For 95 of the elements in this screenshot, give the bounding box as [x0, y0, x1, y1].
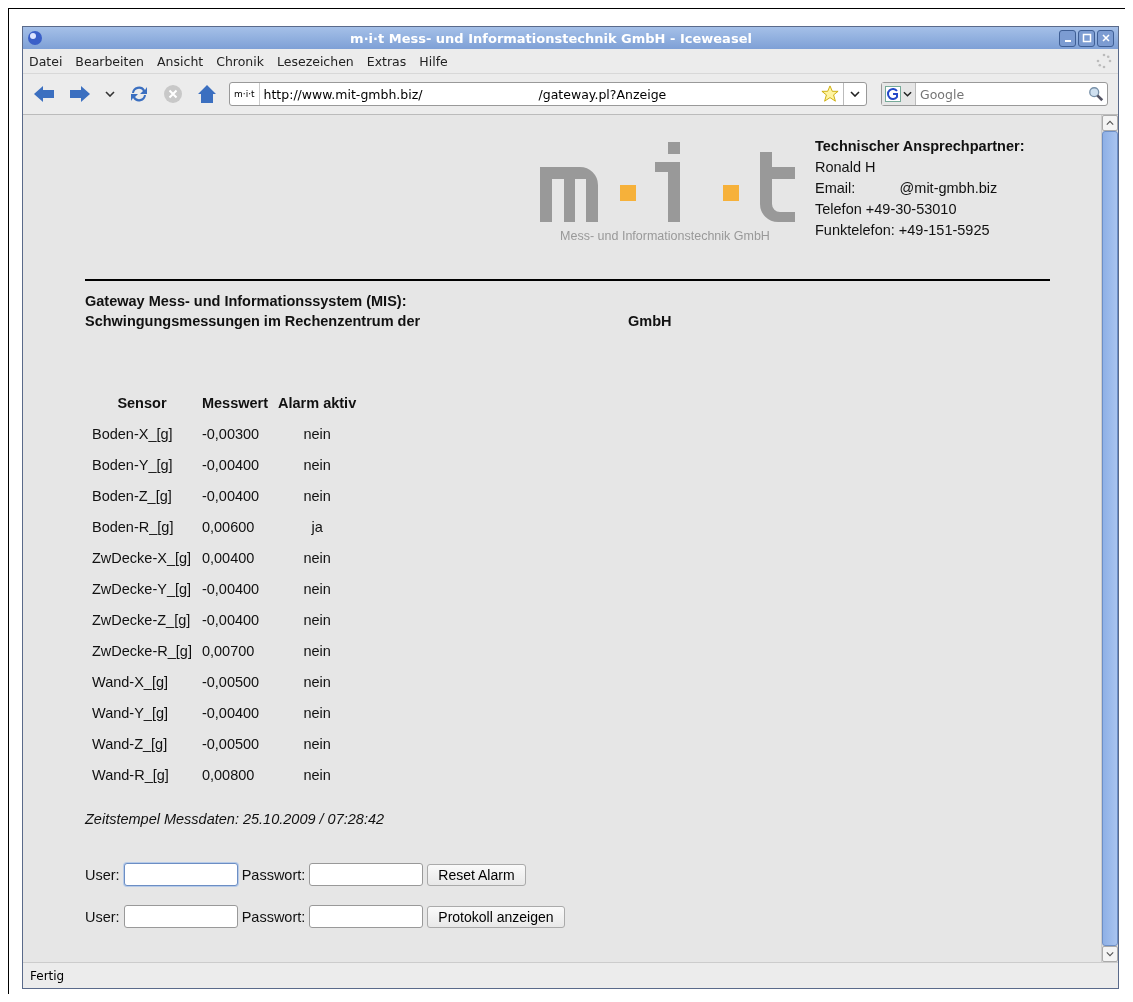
table-cell-text: Boden-R_[g] — [91, 517, 175, 537]
page-heading: GmbH — [628, 312, 672, 331]
menu-item[interactable]: Ansicht — [157, 53, 204, 69]
scroll-down-icon[interactable] — [1106, 951, 1114, 957]
menu-item[interactable]: Lesezeichen — [277, 53, 354, 69]
table-cell-text: Wand-X_[g] — [91, 672, 170, 692]
table-cell-text: Boden-Y_[g] — [91, 455, 174, 475]
password-field[interactable] — [309, 905, 424, 928]
table-cell-text: ja — [310, 517, 324, 537]
scroll-up-icon[interactable] — [1106, 120, 1114, 126]
menu-item[interactable]: Extras — [366, 53, 407, 69]
table-cell-text: Wand-Y_[g] — [91, 703, 170, 723]
timestamp: Zeitstempel Messdaten: 25.10.2009 / 07:28:42 — [85, 811, 386, 827]
table-cell-text: nein — [302, 672, 332, 692]
field-label: User: — [85, 866, 120, 883]
logo-subtitle: Mess- und Informationstechnik GmbH — [560, 229, 770, 243]
field-label: Passwort: — [241, 908, 306, 925]
back-icon[interactable] — [33, 85, 55, 103]
contact-line: Funktelefon: +49-151-5925 — [815, 221, 991, 240]
table-cell-text: Wand-R_[g] — [91, 765, 170, 785]
table-cell-text: -0,00300 — [200, 424, 261, 444]
table-cell-text: nein — [302, 455, 332, 475]
form-button[interactable]: Reset Alarm — [427, 863, 526, 886]
search-engine-dropdown[interactable] — [882, 83, 916, 105]
table-cell-text: ZwDecke-Y_[g] — [91, 579, 193, 599]
table-cell-text: 0,00400 — [200, 548, 256, 568]
home-icon[interactable] — [197, 84, 217, 104]
table-cell-text: nein — [302, 641, 332, 661]
user-field[interactable] — [123, 863, 238, 886]
table-cell-text: ZwDecke-R_[g] — [91, 641, 193, 661]
throbber-icon — [1096, 53, 1112, 69]
table-cell-text: 0,00600 — [200, 517, 256, 537]
close-icon — [1100, 33, 1111, 43]
contact-line: Email: @mit-gmbh.biz — [815, 179, 999, 198]
column-header: Alarm aktiv — [277, 393, 358, 413]
caret-icon — [903, 91, 912, 97]
contact-line: Telefon +49-30-53010 — [815, 200, 958, 219]
table-cell-text: nein — [302, 548, 332, 568]
contact-heading: Technischer Ansprechpartner: — [815, 137, 1026, 156]
table-cell-text: -0,00500 — [200, 734, 261, 754]
menu-item[interactable]: Hilfe — [419, 53, 448, 69]
address-bar[interactable]: m·i·t http://www.mit-gmbh.biz/ /gateway.pl?Anzeige — [229, 82, 867, 106]
table-cell-text: nein — [302, 610, 332, 630]
window-title: m·i·t Mess- und Informationstechnik GmbH - Iceweasel — [349, 30, 753, 46]
maximize-icon — [1081, 33, 1092, 43]
table-cell-text: 0,00800 — [200, 765, 256, 785]
password-field[interactable] — [309, 863, 424, 886]
table-cell-text: -0,00400 — [200, 486, 261, 506]
contact-line: Ronald H — [815, 158, 877, 177]
table-cell-text: nein — [302, 486, 332, 506]
menu-item[interactable]: Datei — [29, 53, 63, 69]
page-heading: Schwingungsmessungen im Rechenzentrum der — [85, 312, 422, 331]
table-cell-text: nein — [302, 424, 332, 444]
maximize-button[interactable] — [1078, 29, 1095, 47]
table-cell-text: -0,00400 — [200, 579, 261, 599]
table-cell-text: ZwDecke-X_[g] — [91, 548, 193, 568]
field-label: User: — [85, 908, 120, 925]
column-header: Sensor — [116, 393, 168, 413]
table-cell-text: nein — [302, 734, 332, 754]
column-header: Messwert — [200, 393, 269, 413]
field-label: Passwort: — [241, 866, 306, 883]
user-field[interactable] — [123, 905, 238, 928]
table-cell-text: nein — [302, 703, 332, 723]
table-cell-text: Boden-Z_[g] — [91, 486, 173, 506]
table-cell-text: -0,00400 — [200, 455, 261, 475]
caret-icon — [850, 91, 860, 97]
table-cell-text: ZwDecke-Z_[g] — [91, 610, 192, 630]
table-cell-text: -0,00400 — [200, 610, 261, 630]
table-cell-text: Boden-X_[g] — [91, 424, 174, 444]
menu-item[interactable]: Chronik — [216, 53, 264, 69]
table-cell-text: -0,00400 — [200, 703, 261, 723]
page-heading: Gateway Mess- und Informationssystem (MIS): — [85, 292, 408, 311]
menu-item[interactable]: Bearbeiten — [75, 53, 145, 69]
form-button[interactable]: Protokoll anzeigen — [427, 905, 565, 928]
table-cell-text: nein — [302, 765, 332, 785]
search-bar[interactable]: Google — [881, 82, 1108, 106]
site-badge: m·i·t — [230, 83, 260, 105]
engine-icon — [885, 86, 901, 102]
table-cell-text: 0,00700 — [200, 641, 256, 661]
reload-icon[interactable] — [129, 84, 149, 104]
forward-icon[interactable] — [69, 85, 91, 103]
globe-icon — [27, 30, 43, 46]
url-text: /gateway.pl?Anzeige — [538, 86, 668, 102]
table-cell-text: Wand-Z_[g] — [91, 734, 169, 754]
table-cell-text: nein — [302, 579, 332, 599]
star-icon[interactable] — [821, 85, 839, 103]
minimize-button[interactable] — [1059, 29, 1076, 47]
close-button[interactable] — [1097, 29, 1114, 47]
minimize-icon — [1064, 40, 1071, 42]
scrollbar[interactable] — [1101, 115, 1118, 962]
search-icon[interactable] — [1088, 86, 1104, 102]
status-text: Fertig — [30, 968, 65, 983]
dropdown-icon[interactable] — [105, 91, 115, 97]
table-cell-text: -0,00500 — [200, 672, 261, 692]
url-text: http://www.mit-gmbh.biz/ — [263, 86, 424, 102]
